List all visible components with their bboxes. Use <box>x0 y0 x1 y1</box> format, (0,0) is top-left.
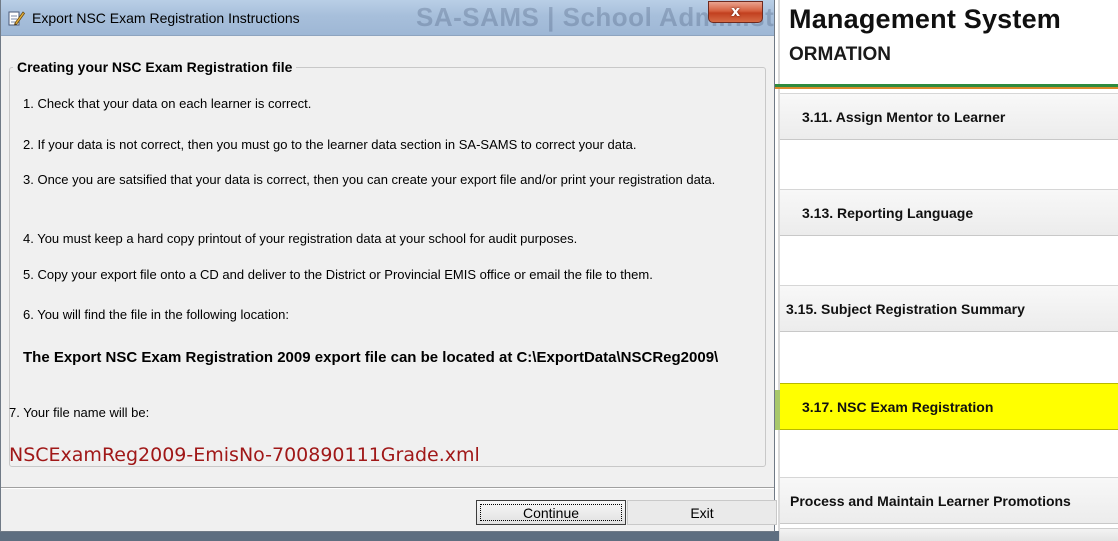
taskbar-edge <box>0 531 779 541</box>
bottom-bar <box>780 528 1118 541</box>
menu-item-subject-registration-summary[interactable]: 3.15. Subject Registration Summary <box>780 285 1118 332</box>
step-4: 4. You must keep a hard copy printout of… <box>23 231 578 246</box>
close-button[interactable]: x <box>708 1 763 23</box>
close-icon: x <box>730 4 741 20</box>
dialog-title: Export NSC Exam Registration Instruction… <box>32 10 300 26</box>
file-location: The Export NSC Exam Registration 2009 ex… <box>23 349 719 366</box>
continue-button[interactable]: Continue <box>476 500 626 525</box>
menu-item-assign-mentor[interactable]: 3.11. Assign Mentor to Learner <box>780 93 1118 140</box>
export-filename: NSCExamReg2009-EmisNo-700890111Grade.xml <box>9 444 480 466</box>
exit-button[interactable]: Exit <box>627 500 777 525</box>
notepad-pencil-icon <box>7 9 26 27</box>
step-3: 3. Once you are satsified that your data… <box>23 172 716 187</box>
group-label: Creating your NSC Exam Registration file <box>13 59 297 75</box>
window-divider <box>778 0 780 541</box>
app-title: Management System <box>789 4 1061 34</box>
step-2: 2. If your data is not correct, then you… <box>23 137 637 152</box>
step-5: 5. Copy your export file onto a CD and d… <box>23 267 653 282</box>
app-subtitle: ORMATION <box>789 44 892 65</box>
export-instructions-dialog: SA-SAMS | School Administratio Export NS… <box>0 0 777 532</box>
step-6: 6. You will find the file in the followi… <box>23 307 289 322</box>
menu-item-nsc-exam-registration[interactable]: 3.17. NSC Exam Registration <box>780 383 1118 430</box>
exit-button-label: Exit <box>690 504 714 521</box>
menu-item-reporting-language[interactable]: 3.13. Reporting Language <box>780 189 1118 236</box>
focus-rectangle <box>480 504 622 521</box>
step-1: 1. Check that your data on each learner … <box>23 96 312 111</box>
header-stripe-orange <box>775 87 1118 89</box>
step-7: 7. Your file name will be: <box>9 405 150 420</box>
dialog-titlebar[interactable]: SA-SAMS | School Administratio Export NS… <box>1 0 774 36</box>
menu-item-learner-promotions[interactable]: Process and Maintain Learner Promotions <box>780 477 1118 524</box>
button-separator <box>1 487 774 489</box>
